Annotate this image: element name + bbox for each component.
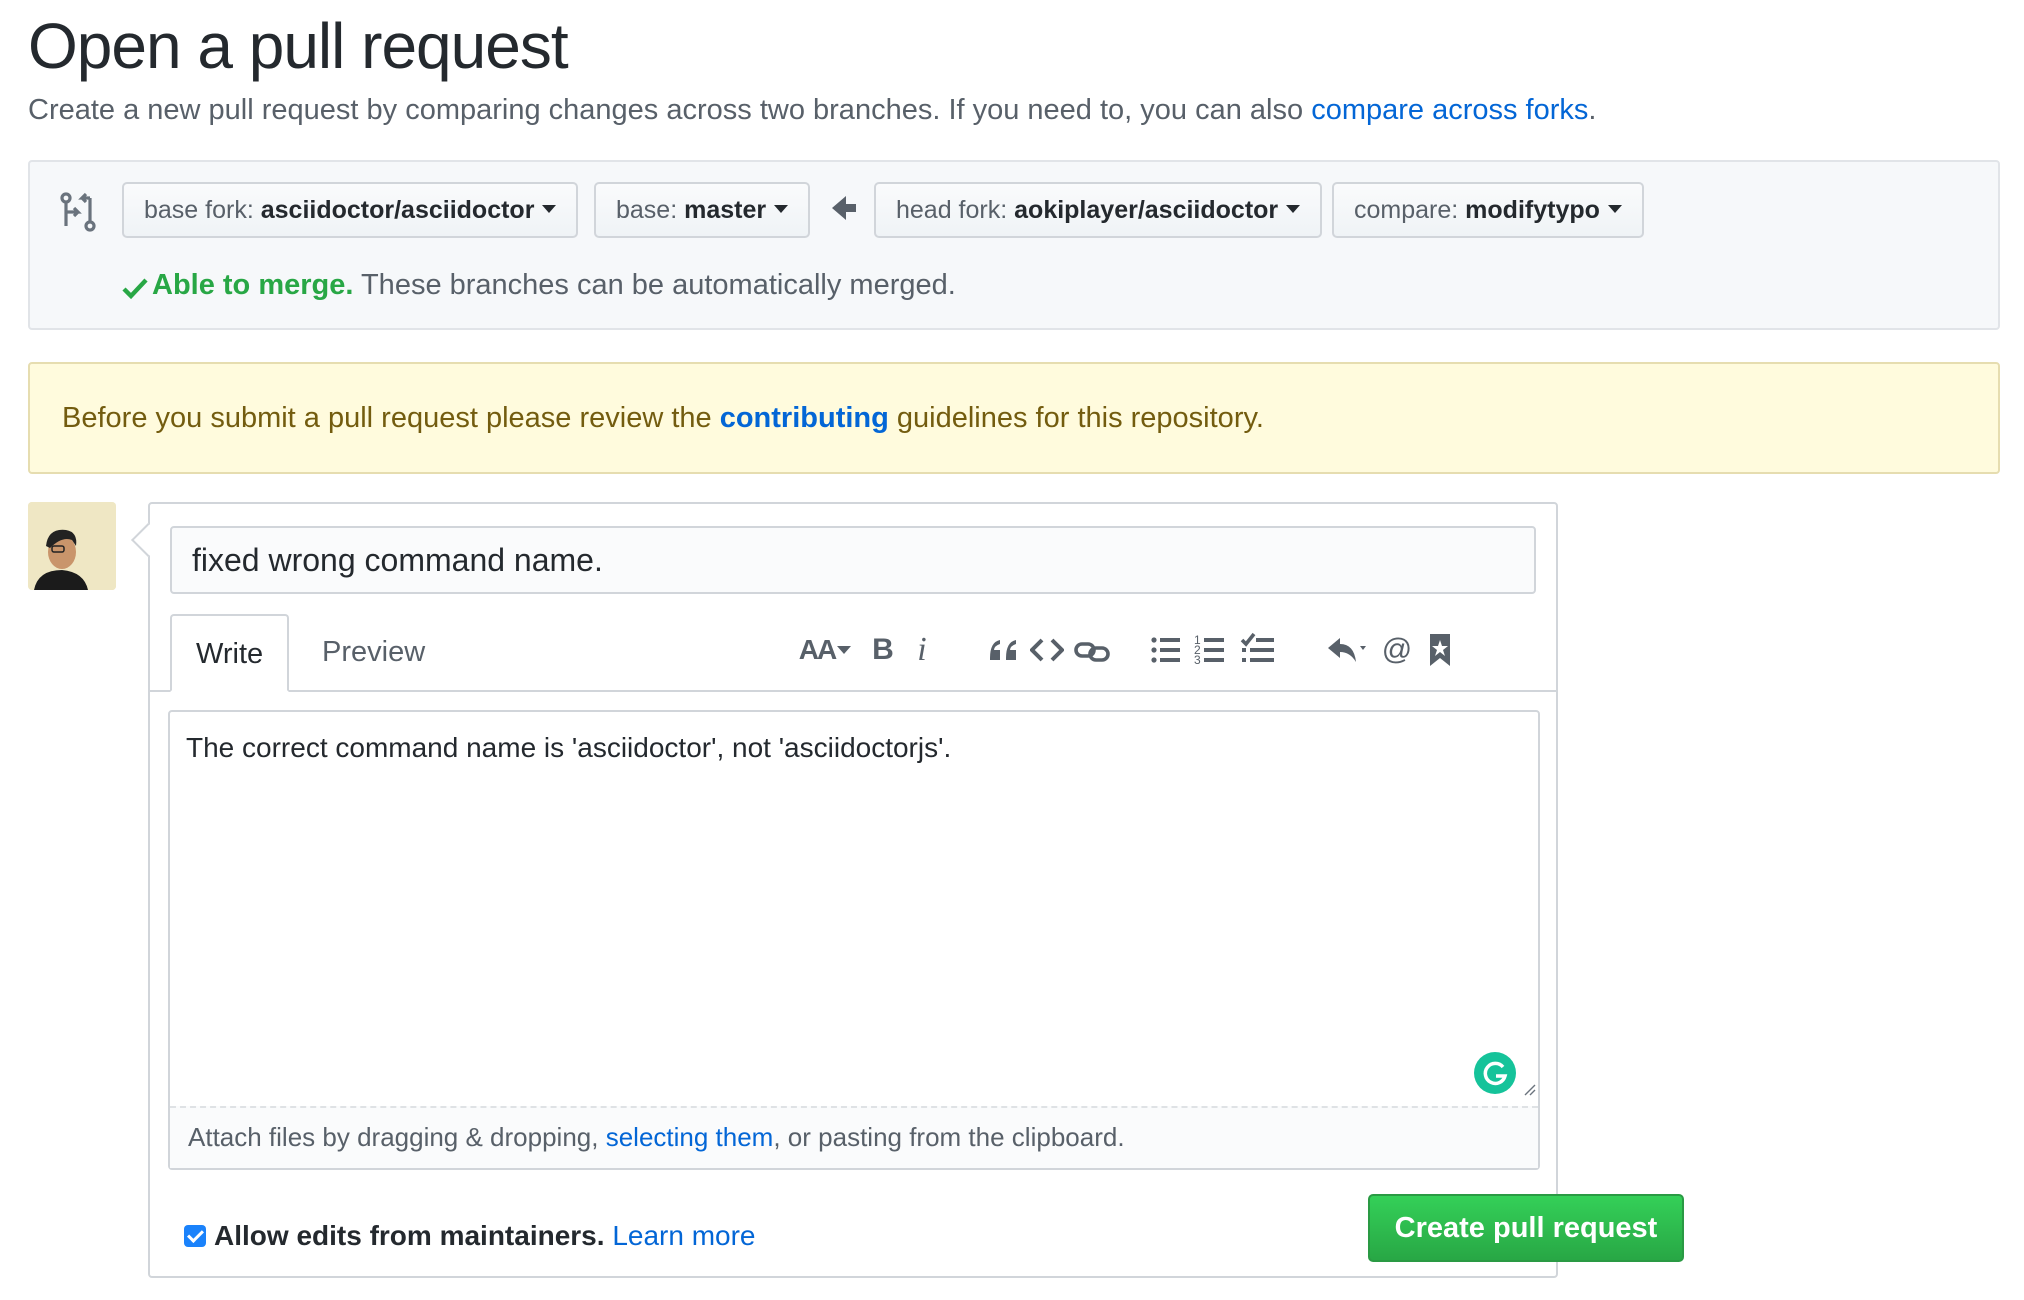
chevron-down-icon (542, 205, 557, 214)
pr-body-text[interactable]: The correct command name is 'asciidoctor… (186, 732, 951, 764)
code-icon[interactable] (1030, 630, 1066, 670)
file-attach-hint[interactable]: Attach files by dragging & dropping, sel… (170, 1106, 1538, 1168)
compare-value: modifytypo (1465, 196, 1600, 224)
chevron-down-icon (837, 645, 852, 654)
base-fork-value: asciidoctor/asciidoctor (260, 196, 535, 224)
flash-text: Before you submit a pull request please … (62, 402, 720, 434)
base-fork-select[interactable]: base fork: asciidoctor/asciidoctor (122, 182, 579, 238)
page: Open a pull request Create a new pull re… (0, 0, 2024, 1300)
reply-icon[interactable] (1326, 630, 1372, 670)
quote-icon[interactable] (988, 630, 1024, 670)
check-icon (122, 271, 148, 300)
chevron-down-icon (1607, 205, 1622, 214)
maintainer-edits-option: Allow edits from maintainers. Learn more (184, 1214, 756, 1258)
head-fork-label: head fork: (896, 196, 1008, 224)
subtitle-text: Create a new pull request by comparing c… (28, 94, 1312, 126)
base-branch-select[interactable]: base: master (594, 182, 811, 238)
base-fork-label: base fork: (144, 196, 254, 224)
grammarly-icon[interactable] (1474, 1052, 1516, 1094)
base-value: master (684, 196, 767, 224)
italic-icon[interactable]: i (910, 630, 934, 670)
saved-reply-icon[interactable] (1426, 630, 1456, 670)
resize-handle-icon[interactable] (1522, 1082, 1536, 1096)
compare-range-box: base fork: asciidoctor/asciidoctor base:… (28, 160, 2000, 330)
attach-text: Attach files by dragging & dropping, (188, 1122, 606, 1152)
attach-text-end: , or pasting from the clipboard. (773, 1122, 1125, 1152)
ordered-list-icon[interactable]: 123 (1194, 630, 1230, 670)
tab-write[interactable]: Write (170, 614, 290, 692)
mention-icon[interactable]: @ (1380, 630, 1414, 670)
comment-pointer (131, 523, 165, 557)
allow-edits-checkbox[interactable] (184, 1224, 206, 1247)
svg-text:3: 3 (1194, 653, 1201, 667)
pr-body-editor[interactable]: The correct command name is 'asciidoctor… (168, 710, 1540, 1170)
page-subtitle: Create a new pull request by comparing c… (28, 90, 1596, 130)
merge-status-message: These branches can be automatically merg… (353, 269, 956, 301)
create-pull-request-button[interactable]: Create pull request (1368, 1194, 1684, 1262)
avatar[interactable] (28, 502, 116, 590)
contributing-flash: Before you submit a pull request please … (28, 362, 2000, 474)
bold-icon[interactable]: B (868, 630, 898, 670)
compare-label: compare: (1354, 196, 1459, 224)
merge-status: Able to merge. These branches can be aut… (122, 265, 956, 305)
page-title: Open a pull request (28, 10, 569, 82)
compare-branch-select[interactable]: compare: modifytypo (1332, 182, 1644, 238)
header-icon[interactable]: AA (798, 630, 852, 670)
tab-preview[interactable]: Preview (298, 614, 449, 690)
learn-more-link[interactable]: Learn more (612, 1220, 755, 1251)
base-label: base: (616, 196, 678, 224)
header-text-icon: AA (798, 634, 837, 665)
compare-across-forks-link[interactable]: compare across forks (1311, 94, 1588, 126)
merge-status-label: Able to merge. (152, 269, 354, 301)
git-compare-icon (60, 192, 96, 232)
chevron-down-icon (774, 205, 789, 214)
select-files-link[interactable]: selecting them (606, 1122, 774, 1152)
unordered-list-icon[interactable] (1150, 630, 1186, 670)
arrow-left-icon (830, 192, 858, 224)
chevron-down-icon (1286, 205, 1301, 214)
allow-edits-label[interactable]: Allow edits from maintainers. (214, 1220, 605, 1251)
subtitle-end: . (1588, 94, 1597, 126)
link-icon[interactable] (1074, 630, 1114, 670)
pr-title-input[interactable] (170, 526, 1536, 594)
head-fork-value: aokiplayer/asciidoctor (1014, 196, 1279, 224)
pull-request-form: Write Preview AA B i 123 @ (131, 502, 1684, 1278)
task-list-icon[interactable] (1240, 630, 1280, 670)
flash-text-end: guidelines for this repository. (888, 402, 1264, 434)
head-fork-select[interactable]: head fork: aokiplayer/asciidoctor (874, 182, 1323, 238)
contributing-link[interactable]: contributing (720, 402, 889, 434)
